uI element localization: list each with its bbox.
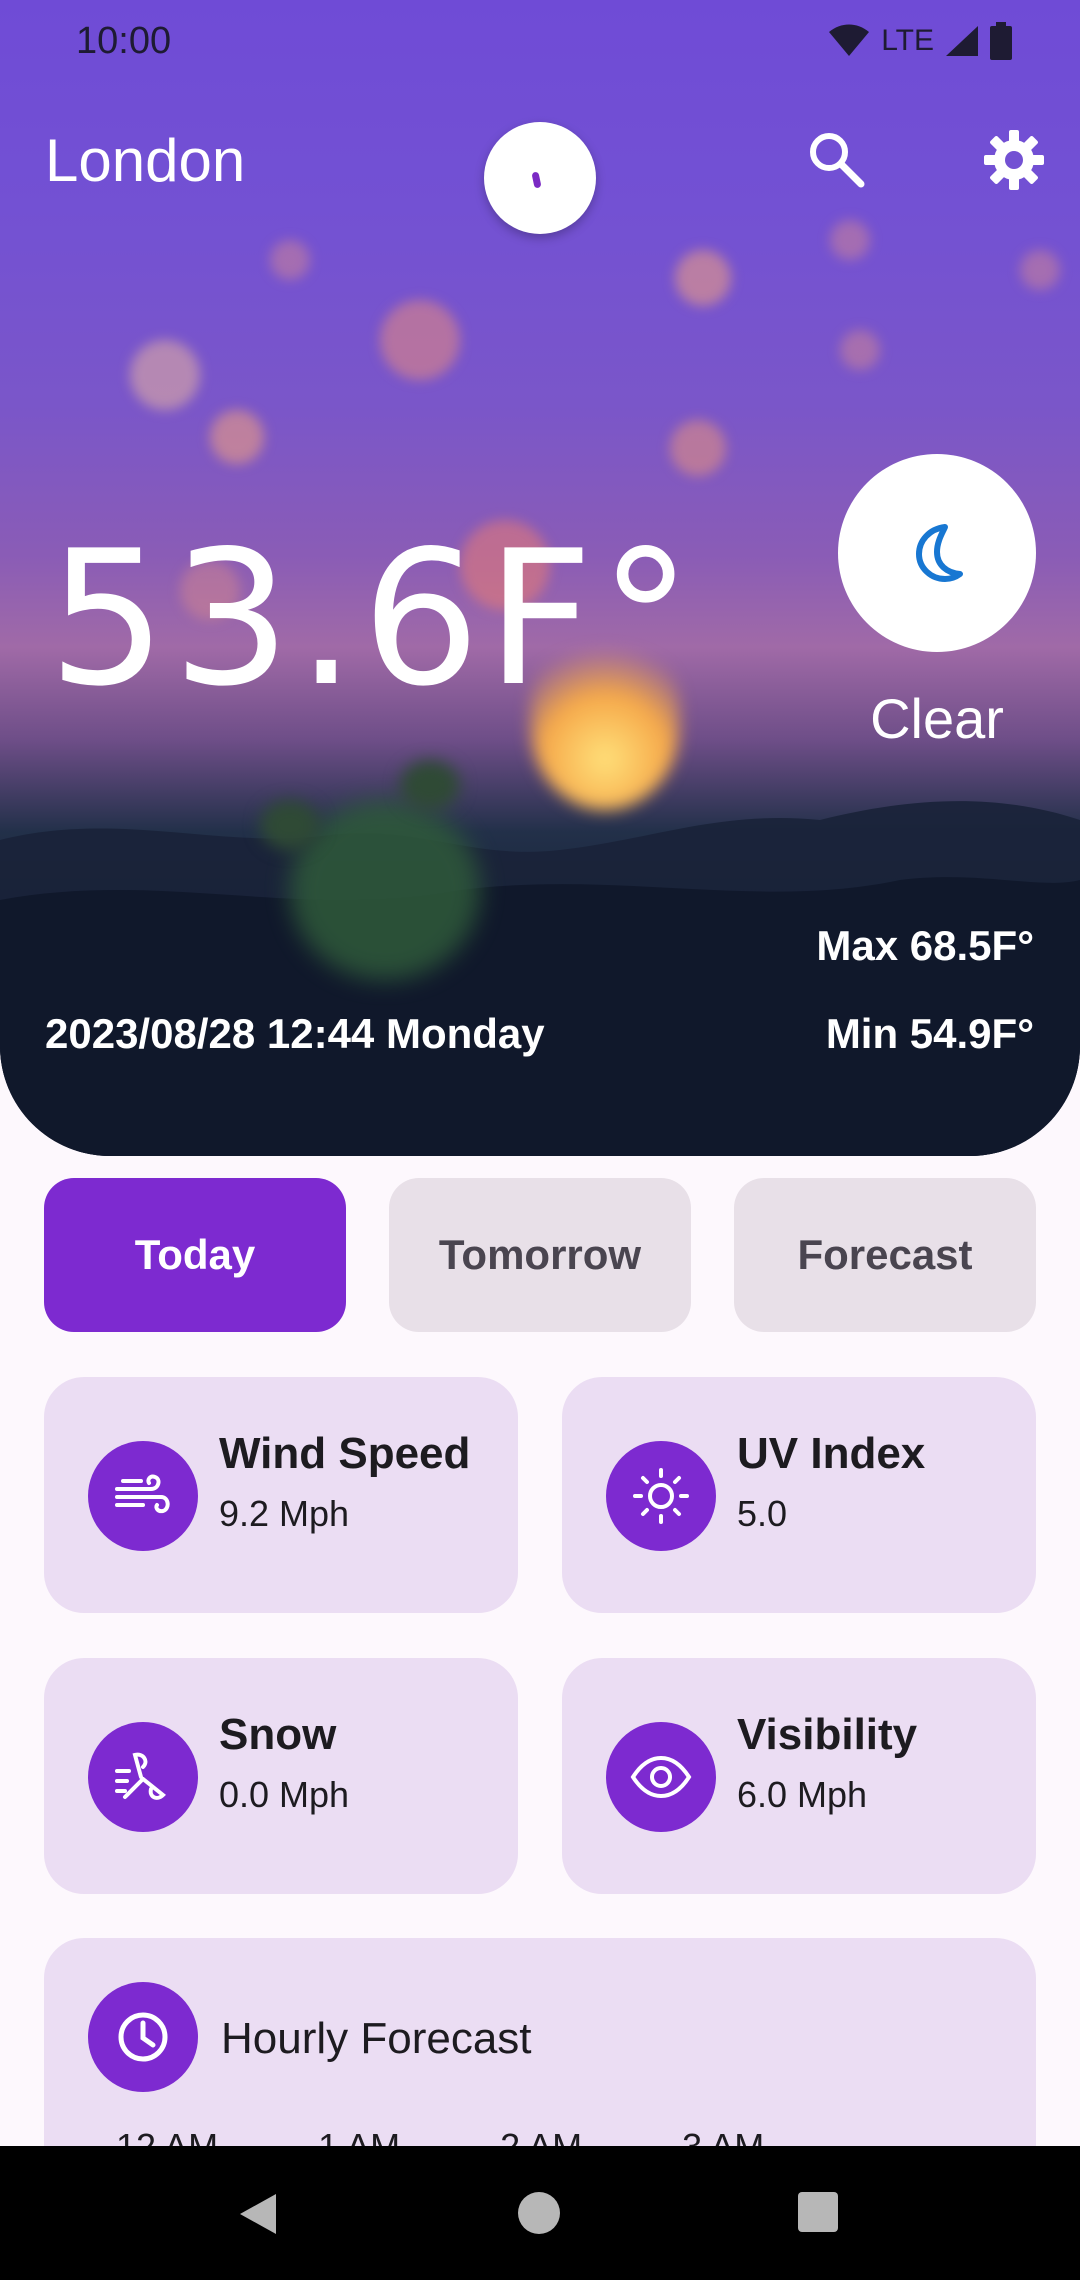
min-temperature: Min 54.9F° xyxy=(825,1010,1034,1057)
frog-eye xyxy=(400,760,460,810)
condition-label: Clear xyxy=(870,687,1004,750)
card-value: 9.2 Mph xyxy=(219,1493,350,1534)
eye-icon xyxy=(606,1722,716,1832)
sun-icon xyxy=(606,1441,716,1551)
tab-forecast[interactable]: Forecast xyxy=(734,1178,1036,1332)
max-temperature: Max 68.5F° xyxy=(816,922,1034,969)
recents-icon[interactable] xyxy=(798,2192,838,2232)
visibility-card: Visibility 6.0 Mph xyxy=(562,1658,1036,1894)
current-datetime: 2023/08/28 12:44 Monday xyxy=(45,1010,545,1057)
signal-icon xyxy=(946,26,978,56)
network-label: LTE xyxy=(881,24,934,57)
status-time: 10:00 xyxy=(76,20,172,62)
frog-eye xyxy=(260,800,320,850)
back-icon[interactable] xyxy=(236,2190,280,2238)
condition-badge xyxy=(838,454,1036,652)
loading-indicator xyxy=(484,122,596,234)
current-temperature: 53.6F° xyxy=(48,510,699,727)
lantern-light xyxy=(840,330,880,370)
wind-speed-card: Wind Speed 9.2 Mph xyxy=(44,1377,518,1613)
card-value: 0.0 Mph xyxy=(219,1774,350,1815)
lantern-light xyxy=(675,250,731,306)
wind-icon xyxy=(88,1441,198,1551)
snow-wind-icon xyxy=(88,1722,198,1832)
lantern-light xyxy=(130,340,200,410)
lantern-light xyxy=(210,410,264,464)
gear-icon[interactable] xyxy=(982,128,1046,192)
city-name[interactable]: London xyxy=(45,126,245,195)
tab-tomorrow[interactable]: Tomorrow xyxy=(389,1178,691,1332)
battery-icon xyxy=(990,22,1012,60)
moon-icon xyxy=(916,524,963,582)
lantern-light xyxy=(670,420,726,476)
wifi-icon xyxy=(829,24,870,56)
snow-card: Snow 0.0 Mph xyxy=(44,1658,518,1894)
uv-index-card: UV Index 5.0 xyxy=(562,1377,1036,1613)
status-icons: LTE xyxy=(827,22,1012,60)
card-value: 5.0 xyxy=(737,1493,788,1534)
card-title: Snow xyxy=(219,1710,337,1759)
lantern-light xyxy=(270,240,310,280)
home-icon[interactable] xyxy=(518,2192,560,2234)
hourly-title: Hourly Forecast xyxy=(221,2014,532,2063)
search-icon[interactable] xyxy=(805,128,867,190)
card-title: Visibility xyxy=(737,1710,918,1759)
clock-icon xyxy=(88,1982,198,2092)
lantern-light xyxy=(830,220,870,260)
card-title: Wind Speed xyxy=(219,1429,471,1478)
lantern-light xyxy=(380,300,460,380)
tab-today[interactable]: Today xyxy=(44,1178,346,1332)
card-value: 6.0 Mph xyxy=(737,1774,868,1815)
lantern-light xyxy=(1020,250,1060,290)
card-title: UV Index xyxy=(737,1429,926,1478)
system-nav-bar xyxy=(0,2146,1080,2280)
